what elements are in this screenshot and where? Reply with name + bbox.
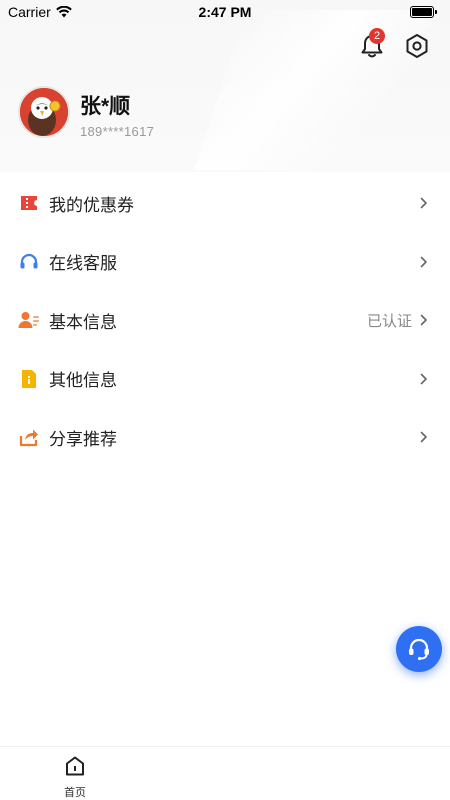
settings-button[interactable] <box>404 33 430 59</box>
notification-badge: 2 <box>369 28 385 44</box>
verified-status: 已认证 <box>366 312 412 330</box>
support-agent-icon <box>409 638 429 661</box>
tab-home[interactable]: 首页 <box>50 755 100 800</box>
coupon-icon <box>18 192 40 214</box>
tab-bar: 首页 <box>0 746 450 800</box>
avatar[interactable] <box>18 86 70 138</box>
menu-item-online-service[interactable]: 在线客服 <box>0 233 450 292</box>
home-icon <box>66 756 84 776</box>
battery-icon <box>410 6 437 18</box>
profile-section[interactable]: 张*顺 189****1617 <box>18 86 318 142</box>
user-phone: 189****1617 <box>80 124 155 139</box>
menu-list: 我的优惠券 在线客服 基本信息 已认证 其他信息 分享推荐 <box>0 174 450 467</box>
user-name: 张*顺 <box>80 95 131 118</box>
menu-item-coupons[interactable]: 我的优惠券 <box>0 174 450 233</box>
info-doc-icon <box>18 368 40 390</box>
menu-item-basic-info[interactable]: 基本信息 已认证 <box>0 291 450 350</box>
chevron-right-icon <box>420 256 427 267</box>
eagle-avatar-icon <box>20 88 68 136</box>
menu-item-label: 其他信息 <box>49 371 117 391</box>
share-icon <box>18 426 40 448</box>
user-info-icon <box>18 309 40 331</box>
tab-home-label: 首页 <box>64 787 86 799</box>
notification-button[interactable]: 2 <box>358 28 386 60</box>
headset-icon <box>18 251 40 273</box>
chevron-right-icon <box>420 314 427 326</box>
menu-item-label: 分享推荐 <box>49 429 117 449</box>
status-bar: Carrier 2:47 PM <box>0 0 450 24</box>
menu-item-share[interactable]: 分享推荐 <box>0 408 450 467</box>
status-time: 2:47 PM <box>198 4 252 20</box>
settings-hexagon-icon <box>406 34 428 58</box>
chevron-right-icon <box>420 431 427 443</box>
chevron-right-icon <box>420 197 427 209</box>
menu-item-label: 我的优惠券 <box>49 195 134 215</box>
menu-item-label: 在线客服 <box>49 254 117 274</box>
chevron-right-icon <box>420 373 427 384</box>
menu-item-label: 基本信息 <box>49 312 117 332</box>
menu-item-other-info[interactable]: 其他信息 <box>0 350 450 409</box>
customer-service-fab[interactable] <box>396 626 442 672</box>
